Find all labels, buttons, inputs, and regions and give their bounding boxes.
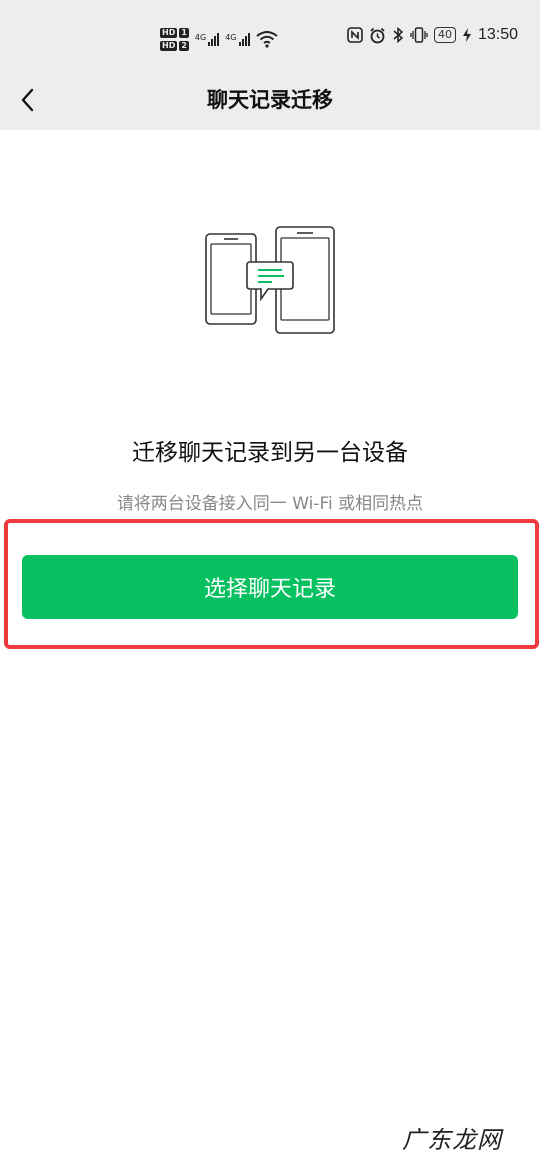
nfc-icon bbox=[347, 27, 363, 43]
status-bar: HD 1 HD 2 4G 4G 40 13:50 bbox=[0, 0, 540, 70]
signal-icon-1: 4G bbox=[195, 32, 220, 46]
charging-icon bbox=[462, 28, 471, 42]
phone-transfer-illustration bbox=[205, 226, 335, 334]
page-title: 聊天记录迁移 bbox=[207, 88, 333, 112]
battery-indicator: 40 bbox=[433, 27, 456, 43]
status-right: 40 13:50 bbox=[347, 26, 518, 44]
title-bar: 聊天记录迁移 bbox=[0, 70, 540, 130]
signal-icon-2: 4G bbox=[225, 32, 250, 46]
main-heading: 迁移聊天记录到另一台设备 bbox=[132, 440, 408, 466]
hd-indicator-2: HD 2 bbox=[160, 40, 189, 51]
watermark: 广东龙网 bbox=[402, 1126, 502, 1154]
bluetooth-icon bbox=[393, 26, 404, 44]
instruction-text: 请将两台设备接入同一 Wi-Fi 或相同热点 bbox=[116, 494, 424, 514]
wifi-icon bbox=[255, 31, 278, 48]
select-chat-history-button[interactable]: 选择聊天记录 bbox=[22, 555, 518, 619]
alarm-icon bbox=[370, 27, 385, 43]
status-left: HD 1 HD 2 4G 4G bbox=[160, 22, 278, 56]
vibrate-icon bbox=[410, 27, 428, 43]
hd-indicator-1: HD 1 bbox=[160, 27, 189, 38]
status-time: 13:50 bbox=[477, 26, 518, 43]
